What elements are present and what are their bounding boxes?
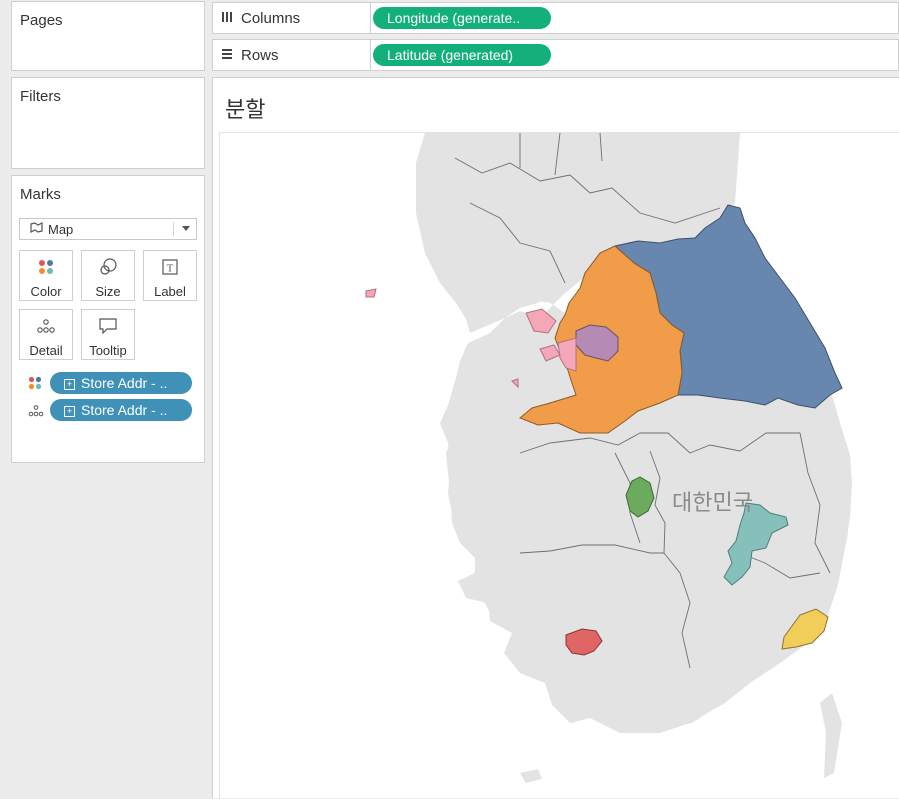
island-jeju <box>520 769 542 783</box>
shelf-divider <box>370 40 371 70</box>
detail-button-label: Detail <box>29 343 63 358</box>
chevron-down-icon[interactable] <box>182 226 190 231</box>
latitude-pill[interactable]: Latitude (generated) <box>373 44 551 66</box>
rows-shelf-label: Rows <box>221 47 279 64</box>
tooltip-button-label: Tooltip <box>89 343 127 358</box>
dropdown-separator <box>173 222 174 236</box>
tooltip-button[interactable]: Tooltip <box>81 309 135 360</box>
expand-icon[interactable]: + <box>64 379 75 390</box>
marks-title: Marks <box>20 186 61 203</box>
filters-shelf[interactable]: Filters <box>11 77 205 169</box>
tooltip-icon <box>82 317 134 335</box>
korea-map[interactable] <box>220 133 899 799</box>
map-mark-icon <box>30 222 43 236</box>
shelf-divider <box>370 3 371 33</box>
color-field-icon <box>28 376 42 395</box>
rows-icon <box>221 48 235 63</box>
color-button-label: Color <box>30 284 62 299</box>
size-button[interactable]: Size <box>81 250 135 301</box>
detail-button[interactable]: Detail <box>19 309 73 360</box>
sheet-title: 분할 <box>225 97 266 122</box>
island-south <box>820 693 842 778</box>
text-icon: T <box>144 258 196 276</box>
detail-field-label: Store Addr - .. <box>81 402 168 418</box>
detail-field-icon <box>28 404 44 422</box>
color-field-pill[interactable]: + Store Addr - .. <box>50 372 192 394</box>
detail-icon <box>20 317 72 335</box>
worksheet-view: 분할 대한민국 <box>212 77 899 799</box>
rows-label-text: Rows <box>241 47 279 64</box>
rows-shelf[interactable]: Rows Latitude (generated) <box>212 39 899 71</box>
color-field-label: Store Addr - .. <box>81 375 168 391</box>
marks-card: Marks Map Color Size T Label Detail Tool… <box>11 175 205 463</box>
color-icon <box>20 258 72 276</box>
columns-label-text: Columns <box>241 10 301 27</box>
mark-type-dropdown[interactable]: Map <box>19 218 197 240</box>
pages-shelf[interactable]: Pages <box>11 1 205 71</box>
filters-title: Filters <box>20 88 61 105</box>
color-button[interactable]: Color <box>19 250 73 301</box>
columns-shelf-label: Columns <box>221 10 300 27</box>
svg-text:T: T <box>167 263 174 275</box>
land-south <box>446 385 850 733</box>
mark-type-label: Map <box>48 222 74 237</box>
detail-field-pill[interactable]: + Store Addr - .. <box>50 399 192 421</box>
pages-title: Pages <box>20 12 63 29</box>
longitude-pill[interactable]: Longitude (generate.. <box>373 7 551 29</box>
country-label: 대한민국 <box>672 490 753 515</box>
size-icon <box>82 258 134 276</box>
columns-shelf[interactable]: Columns Longitude (generate.. <box>212 2 899 34</box>
pink-island-3[interactable] <box>365 288 377 298</box>
map-view[interactable]: 대한민국 <box>219 132 899 799</box>
expand-icon[interactable]: + <box>64 406 75 417</box>
columns-icon <box>221 11 235 26</box>
size-button-label: Size <box>95 284 121 299</box>
label-button[interactable]: T Label <box>143 250 197 301</box>
label-button-label: Label <box>154 284 186 299</box>
